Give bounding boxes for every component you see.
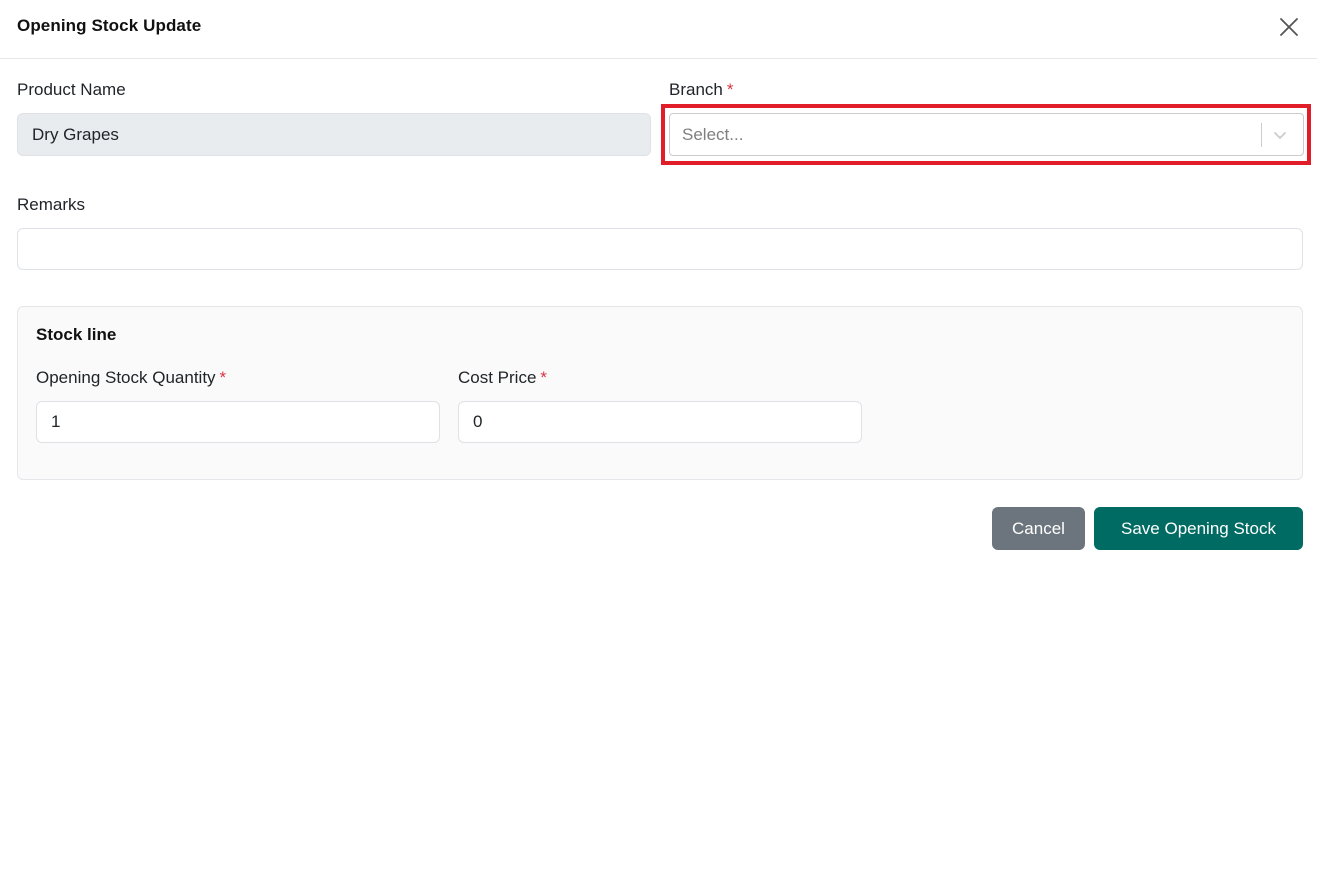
remarks-label: Remarks [17, 195, 85, 215]
modal-header: Opening Stock Update [0, 0, 1317, 59]
cost-price-label-text: Cost Price [458, 368, 537, 387]
product-name-field: Dry Grapes [17, 113, 651, 156]
remarks-input[interactable] [17, 228, 1303, 270]
save-opening-stock-button[interactable]: Save Opening Stock [1094, 507, 1303, 550]
close-icon [1280, 18, 1298, 36]
opening-stock-quantity-label-text: Opening Stock Quantity [36, 368, 216, 387]
stock-line-card: Stock line [17, 306, 1303, 480]
chevron-down-icon [1274, 132, 1286, 139]
quantity-required-mark: * [219, 368, 227, 387]
product-name-label-text: Product Name [17, 80, 126, 99]
remarks-label-text: Remarks [17, 195, 86, 214]
cost-price-required-mark: * [540, 368, 548, 387]
branch-required-mark: * [726, 80, 734, 99]
cost-price-label: Cost Price * [458, 368, 547, 388]
branch-label-text: Branch [669, 80, 723, 99]
close-button[interactable] [1276, 14, 1302, 40]
branch-select[interactable]: Select... [669, 113, 1304, 156]
modal-title: Opening Stock Update [17, 16, 202, 35]
stock-line-title: Stock line [36, 325, 117, 344]
branch-select-separator [1261, 123, 1262, 147]
branch-select-placeholder: Select... [682, 125, 744, 144]
product-name-label: Product Name [17, 80, 126, 100]
opening-stock-quantity-input[interactable] [36, 401, 440, 443]
cost-price-input[interactable] [458, 401, 862, 443]
opening-stock-quantity-label: Opening Stock Quantity * [36, 368, 226, 388]
branch-label: Branch * [669, 80, 734, 100]
cancel-button[interactable]: Cancel [992, 507, 1085, 550]
branch-dropdown-toggle[interactable] [1269, 124, 1291, 146]
opening-stock-modal: Opening Stock Update Product Name Dry Gr… [0, 0, 1317, 888]
